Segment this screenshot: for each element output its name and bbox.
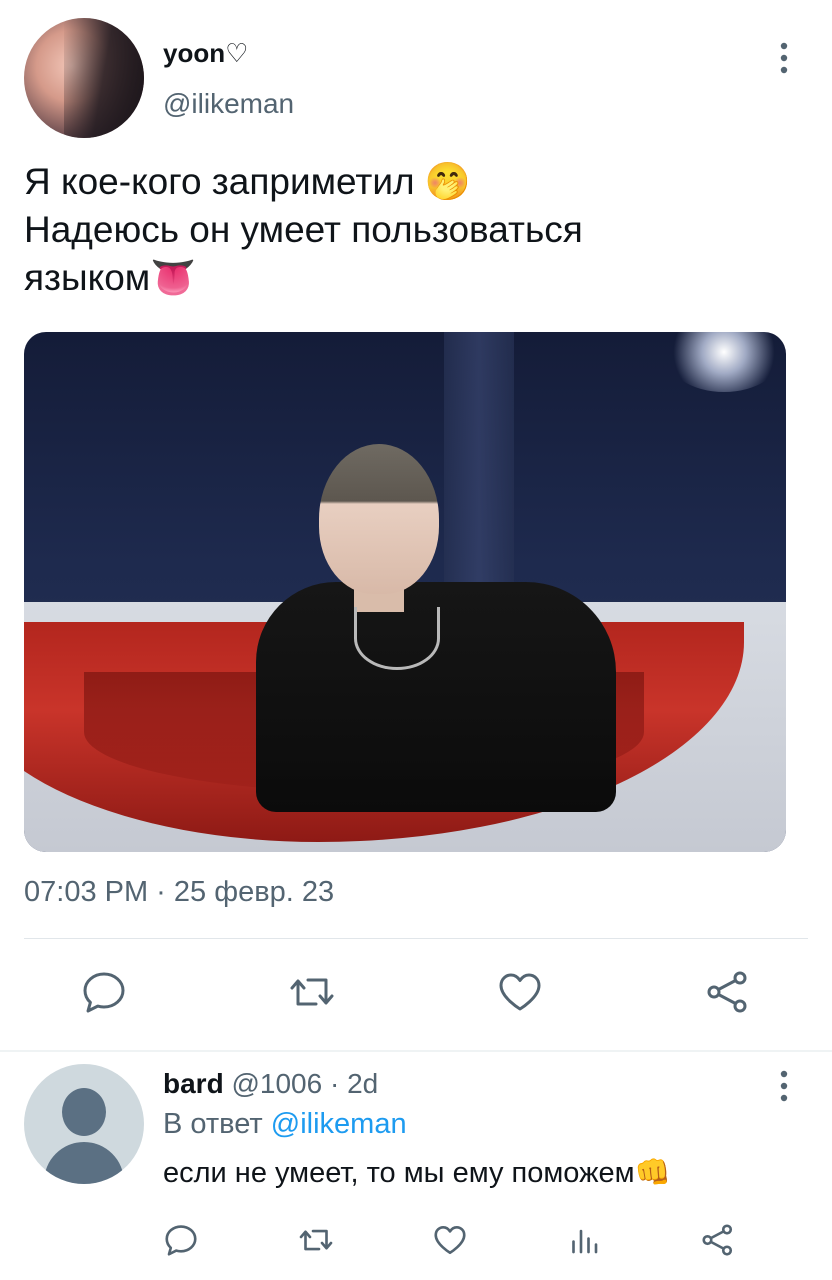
share-icon[interactable]	[700, 1222, 736, 1258]
more-options-icon[interactable]	[772, 40, 796, 76]
tweet-photo[interactable]	[24, 332, 786, 852]
reply-text: если не умеет, то мы ему поможем👊	[163, 1157, 671, 1189]
tweet-timestamp[interactable]: 07:03 PM · 25 февр. 23	[24, 876, 334, 909]
reply-avatar[interactable]	[24, 1064, 144, 1184]
retweet-icon[interactable]	[298, 1222, 334, 1258]
heart-icon[interactable]	[432, 1222, 468, 1258]
user-handle[interactable]: @ilikeman	[163, 88, 294, 120]
retweet-icon[interactable]	[288, 968, 336, 1016]
tweet-text-line: Я кое-кого заприметил 🤭	[24, 161, 471, 202]
divider	[0, 1050, 832, 1052]
tweet-text-line: Надеюсь он умеет пользоваться	[24, 209, 583, 250]
display-name[interactable]: yoon♡	[163, 38, 248, 69]
more-options-icon[interactable]	[772, 1068, 796, 1104]
comment-icon[interactable]	[163, 1222, 199, 1258]
divider	[24, 938, 808, 939]
tweet-text-line: языком👅	[24, 257, 197, 298]
heart-icon[interactable]	[496, 968, 544, 1016]
reply-handle-time[interactable]: @1006 · 2d	[231, 1068, 378, 1099]
share-icon[interactable]	[704, 968, 752, 1016]
tweet-text: Я кое-кого заприметил 🤭 Надеюсь он умеет…	[24, 158, 804, 302]
avatar[interactable]	[24, 18, 144, 138]
replying-to: В ответ @ilikeman	[163, 1108, 407, 1141]
reply-header: bard @1006 · 2d	[163, 1068, 378, 1100]
reply-display-name[interactable]: bard	[163, 1068, 224, 1099]
replying-to-mention[interactable]: @ilikeman	[271, 1108, 407, 1140]
replying-to-prefix: В ответ	[163, 1108, 263, 1140]
analytics-icon[interactable]	[566, 1222, 602, 1258]
comment-icon[interactable]	[80, 968, 128, 1016]
